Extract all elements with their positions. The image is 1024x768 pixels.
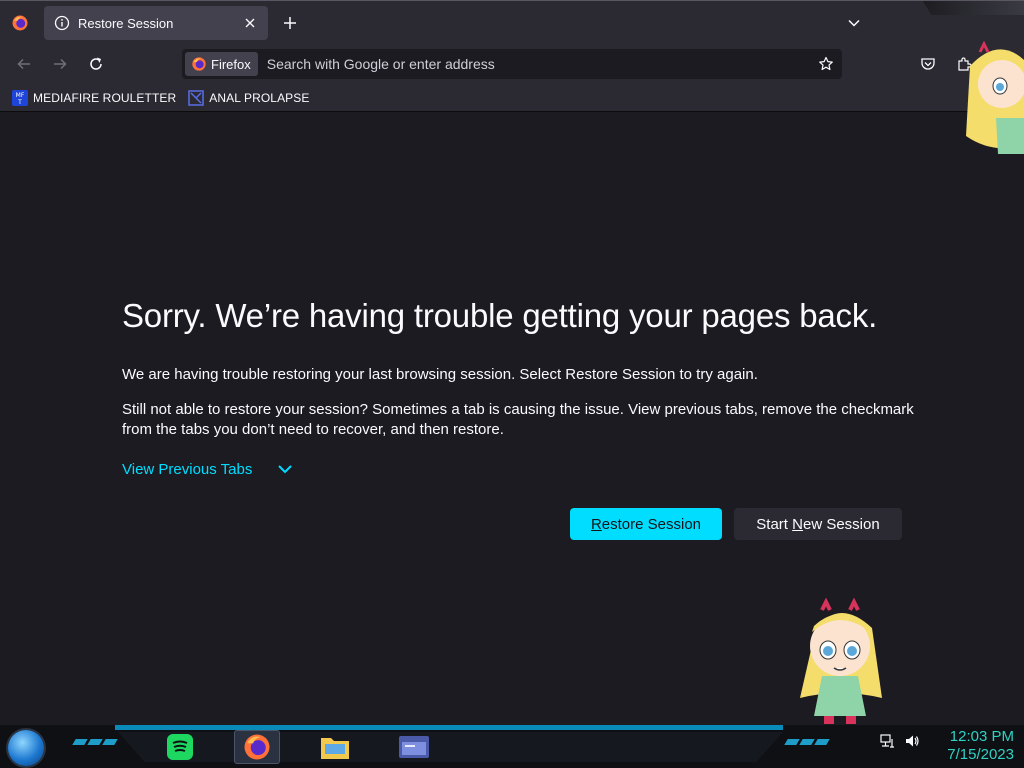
address-input[interactable] xyxy=(257,52,814,76)
bookmark-mediafire[interactable]: MF T MEDIAFIRE ROULETTER xyxy=(10,87,180,109)
bookmarks-toolbar: MF T MEDIAFIRE ROULETTER ANAL PROLAPSE xyxy=(0,84,1024,112)
bookmark-page-button[interactable] xyxy=(814,52,838,76)
intro-text: We are having trouble restoring your las… xyxy=(122,366,758,383)
identity-box[interactable]: Firefox xyxy=(185,52,258,76)
volume-icon[interactable] xyxy=(904,733,920,749)
taskbar-decoration xyxy=(72,739,118,747)
taskbar: 12:03 PM 7/15/2023 xyxy=(0,725,1024,768)
taskbar-file-explorer[interactable] xyxy=(312,730,358,764)
chevron-down-icon xyxy=(848,19,860,27)
navigation-toolbar: Firefox xyxy=(0,44,1024,84)
restore-session-button[interactable]: Restore Session xyxy=(570,508,722,540)
back-button[interactable] xyxy=(12,52,36,76)
url-bar[interactable]: Firefox xyxy=(182,49,842,79)
firefox-icon xyxy=(192,57,206,71)
svg-text:T: T xyxy=(17,99,22,106)
taskbar-spotify[interactable] xyxy=(157,730,203,764)
mascot-character-sticker xyxy=(800,598,882,724)
mediafire-icon: MF T xyxy=(12,89,28,106)
view-previous-tabs-toggle[interactable]: View Previous Tabs xyxy=(122,460,294,478)
pocket-button[interactable] xyxy=(916,52,940,76)
plus-icon xyxy=(284,17,296,29)
info-icon xyxy=(54,15,70,31)
arrow-right-icon xyxy=(54,58,67,70)
window-frame-decoration xyxy=(922,1,1024,15)
firefox-view-button[interactable] xyxy=(8,11,32,35)
tab-strip: Restore Session xyxy=(0,0,1024,44)
pocket-icon xyxy=(921,58,935,70)
button-label: ew Session xyxy=(802,515,880,533)
clock-date: 7/15/2023 xyxy=(947,746,1014,763)
tab-title: Restore Session xyxy=(78,15,174,31)
reload-button[interactable] xyxy=(84,52,108,76)
taskbar-window-app[interactable] xyxy=(391,730,437,764)
access-key: R xyxy=(590,515,602,533)
page-content: Sorry. We’re having trouble getting your… xyxy=(0,113,1024,725)
firefox-icon xyxy=(12,15,28,31)
svg-text:MF: MF xyxy=(16,92,25,99)
bookmark-site-icon xyxy=(188,89,204,106)
taskbar-rail xyxy=(118,732,783,762)
reload-icon xyxy=(90,57,102,70)
clock-time: 12:03 PM xyxy=(949,728,1014,745)
view-previous-tabs-label: View Previous Tabs xyxy=(122,460,253,478)
chevron-down-icon xyxy=(278,465,293,474)
start-new-session-button[interactable]: Start New Session xyxy=(734,508,902,540)
new-tab-button[interactable] xyxy=(278,11,302,35)
system-tray xyxy=(880,733,920,749)
forward-button[interactable] xyxy=(48,52,72,76)
page-title: Sorry. We’re having trouble getting your… xyxy=(122,297,878,334)
spotify-icon xyxy=(167,734,193,760)
close-tab-icon[interactable] xyxy=(242,15,258,31)
arrow-left-icon xyxy=(17,58,30,70)
mascot-character-sticker xyxy=(966,40,1024,154)
folder-icon xyxy=(321,738,349,759)
tab-restore-session[interactable]: Restore Session xyxy=(44,6,268,40)
taskbar-accent-band xyxy=(115,725,783,730)
list-all-tabs-button[interactable] xyxy=(842,11,866,35)
taskbar-decoration xyxy=(784,739,830,747)
help-text: Still not able to restore your session? … xyxy=(122,401,914,438)
button-label: estore Session xyxy=(601,515,702,533)
identity-label: Firefox xyxy=(211,56,251,72)
button-label: Start xyxy=(756,515,793,533)
bookmark-label: ANAL PROLAPSE xyxy=(209,90,310,105)
firefox-icon xyxy=(244,734,270,760)
start-button[interactable] xyxy=(8,730,44,766)
network-icon[interactable] xyxy=(880,733,896,749)
taskbar-firefox[interactable] xyxy=(234,730,280,764)
star-icon xyxy=(819,56,833,71)
bookmark-site[interactable]: ANAL PROLAPSE xyxy=(186,87,313,109)
access-key: N xyxy=(792,515,803,533)
bookmark-label: MEDIAFIRE ROULETTER xyxy=(33,90,177,105)
window-app-icon xyxy=(399,736,429,758)
taskbar-clock[interactable]: 12:03 PM 7/15/2023 xyxy=(934,728,1014,764)
